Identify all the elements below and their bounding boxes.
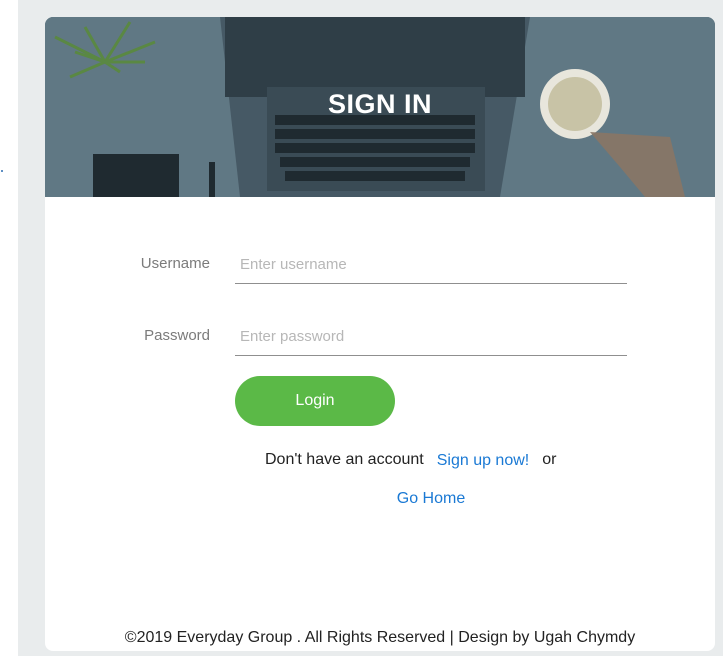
signin-card: SIGN IN Username Password Login Don't ha… [45,17,715,651]
page-title: SIGN IN [327,89,432,119]
login-button[interactable]: Login [235,376,395,426]
password-row: Password [45,318,715,368]
username-input[interactable] [235,246,627,284]
hero-banner: SIGN IN [45,17,715,197]
notebook-icon [93,154,179,197]
username-row: Username [45,246,715,296]
password-label: Password [144,327,210,344]
no-account-text: Don't have an account [265,451,424,468]
signup-prompt: Don't have an account Sign up now! or [265,451,556,469]
username-label: Username [140,255,210,272]
or-text: or [542,451,557,468]
signup-link[interactable]: Sign up now! [437,452,530,469]
go-home-link[interactable]: Go Home [45,490,715,508]
pen-icon [209,162,215,197]
footer-copyright: ©2019 Everyday Group . All Rights Reserv… [124,629,636,646]
stray-dot [1,170,3,172]
password-input[interactable] [235,318,627,356]
